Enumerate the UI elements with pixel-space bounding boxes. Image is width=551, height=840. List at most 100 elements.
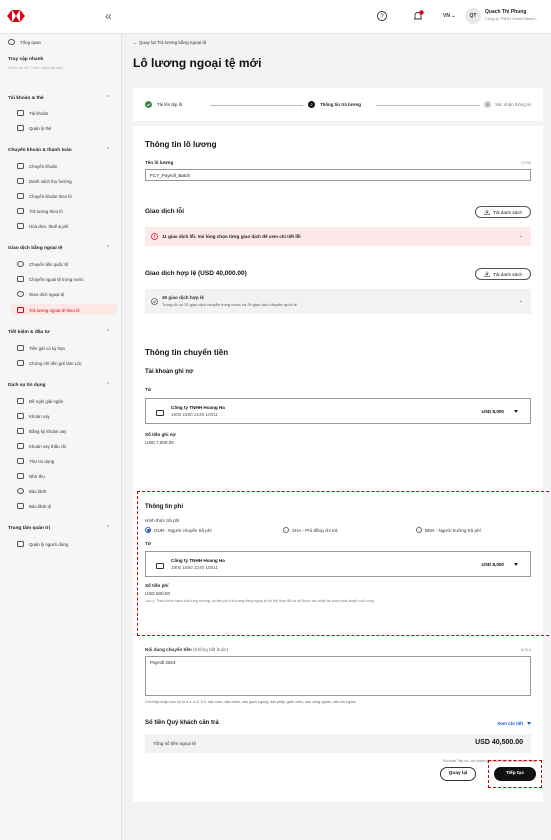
fee-account-select[interactable]: Công ty TNHH Hoang Ha 1900 1560 2240 100… bbox=[145, 551, 531, 577]
sidebar-item-domestic-fx[interactable]: Chuyển ngoại tệ trong nước bbox=[17, 276, 84, 282]
chevron-up-icon[interactable]: ^ bbox=[107, 329, 109, 335]
sidebar-group-accounts[interactable]: Tài khoản & thẻ bbox=[8, 96, 44, 101]
sidebar-item-disbursement[interactable]: Đề nghị giải ngân bbox=[17, 398, 63, 404]
fee-option-ben-label[interactable]: BEN - Người hưởng trả phí bbox=[425, 528, 481, 533]
chevron-up-icon[interactable]: ^ bbox=[107, 525, 109, 531]
fee-option-sha-label[interactable]: SHA - Phí đồng chi trả bbox=[292, 528, 337, 533]
sidebar-item-beneficiaries[interactable]: Danh sách thụ hưởng bbox=[17, 178, 72, 184]
sidebar-item-accounts[interactable]: Tài khoản bbox=[17, 110, 48, 116]
back-button[interactable]: Quay lại bbox=[440, 767, 476, 781]
sidebar-item-loans[interactable]: Khoản vay bbox=[17, 413, 50, 419]
debit-account-select[interactable]: Công ty TNHH Hoang Ha 1900 1560 2240 100… bbox=[145, 398, 531, 424]
chevron-up-icon[interactable]: ^ bbox=[107, 382, 109, 388]
sidebar-item-loan-register[interactable]: Đăng ký khoản vay bbox=[17, 428, 66, 434]
sidebar-item-batch-payroll[interactable]: Trả lương theo lô bbox=[17, 208, 63, 214]
sidebar-item-label: Tài khoản bbox=[29, 110, 49, 116]
sidebar-item-guarantee-list[interactable]: Bảo lãnh tệ bbox=[17, 503, 51, 509]
account-number: 1900 1560 2240 10011 bbox=[171, 412, 218, 417]
collection-icon bbox=[17, 473, 24, 479]
sidebar-item-overview[interactable]: Tổng quan bbox=[8, 39, 41, 45]
collapse-sidebar-icon[interactable]: « bbox=[105, 9, 112, 23]
quick-access-title: Truy cập nhanh bbox=[8, 57, 44, 62]
continue-button[interactable]: Tiếp tục bbox=[494, 767, 536, 781]
account-icon bbox=[156, 563, 164, 569]
total-summary: Tổng số tiền ngoại tệ USD 40,500.00 bbox=[145, 734, 531, 753]
error-alert[interactable]: 11 giao dịch lỗi. Vui lòng chọn từng gia… bbox=[145, 227, 531, 246]
total-label: Tổng số tiền ngoại tệ bbox=[153, 741, 196, 746]
account-icon bbox=[156, 410, 164, 416]
fee-option-ben-radio[interactable] bbox=[416, 527, 422, 533]
sidebar-item-guarantee[interactable]: Bảo lãnh bbox=[17, 488, 46, 494]
sidebar-item-label: Nhờ thu bbox=[29, 473, 45, 479]
sidebar-item-fx-payroll[interactable]: Trả lương ngoại tệ theo lô bbox=[17, 307, 80, 313]
avatar[interactable]: QT bbox=[465, 8, 481, 24]
bank-logo-icon[interactable] bbox=[7, 10, 25, 22]
batch-name-input[interactable]: FCY_Payroll_Batch bbox=[145, 169, 531, 181]
sidebar-item-collection[interactable]: Nhờ thu bbox=[17, 473, 45, 479]
sidebar-item-certificate[interactable]: Chứng chỉ tiền gửi làm Lộc bbox=[17, 360, 82, 366]
valid-tx-summary[interactable]: 49 giao dịch hợp lệ Trong đó có 20 giao … bbox=[145, 289, 531, 314]
sidebar-item-label: Quản lý người dùng bbox=[29, 541, 69, 547]
back-link-label: Quay lại Trả lương bằng ngoại tệ bbox=[138, 40, 207, 45]
content-label-row: Nội dung chuyển tiền (Không bắt buộc) bbox=[145, 647, 228, 652]
sidebar-item-bills[interactable]: Hóa đơn, thuế & phí bbox=[17, 223, 69, 229]
batch-name-label: Tên lô lương bbox=[145, 160, 174, 165]
chevron-up-icon[interactable]: ^ bbox=[107, 245, 109, 251]
svg-text:?: ? bbox=[380, 14, 384, 20]
chevron-down-icon[interactable]: ⌄ bbox=[519, 298, 523, 304]
download-icon bbox=[484, 271, 490, 277]
download-error-list-button[interactable]: Tải danh sách bbox=[475, 206, 531, 218]
sidebar-item-transfer[interactable]: Chuyển khoản bbox=[17, 163, 57, 169]
sidebar-group-fx[interactable]: Giao dịch bằng ngoại tệ bbox=[8, 246, 62, 251]
sidebar-item-label: Bảo lãnh bbox=[29, 488, 47, 494]
sidebar-group-admin[interactable]: Trung tâm quản trị bbox=[8, 526, 50, 531]
sidebar-item-label: Đăng ký khoản vay bbox=[29, 428, 67, 434]
globe-icon bbox=[17, 261, 24, 267]
sidebar-item-overdraft[interactable]: Khoản vay thấu chi bbox=[17, 443, 66, 449]
caret-down-icon[interactable] bbox=[514, 410, 518, 413]
letter-credit-icon bbox=[17, 458, 24, 464]
fee-option-sha-radio[interactable] bbox=[283, 527, 289, 533]
debit-amount-value: USD 7,000.00 bbox=[145, 440, 174, 445]
caret-down-icon[interactable] bbox=[527, 722, 531, 725]
chevron-down-icon[interactable]: ⌄ bbox=[519, 233, 523, 239]
download-valid-list-button[interactable]: Tải danh sách bbox=[475, 268, 531, 280]
fee-info-title: Thông tin phí bbox=[145, 504, 183, 510]
chevron-up-icon[interactable]: ^ bbox=[107, 95, 109, 101]
sidebar-group-credit[interactable]: Dịch vụ tín dụng bbox=[8, 383, 46, 388]
fee-option-our-label[interactable]: OUR - Người chuyển trả phí bbox=[154, 528, 212, 533]
transfer-content-textarea[interactable]: Payroll 2024 bbox=[145, 656, 531, 696]
sidebar-item-intl-transfer[interactable]: Chuyển tiền quốc tế bbox=[17, 261, 68, 267]
fee-from-label: Từ bbox=[145, 541, 152, 546]
language-selector[interactable]: VN ⌄ bbox=[443, 13, 456, 19]
transfer-icon bbox=[17, 163, 24, 169]
certificate-icon bbox=[17, 360, 24, 366]
sidebar-item-lc[interactable]: Thư tín dụng bbox=[17, 458, 54, 464]
download-icon bbox=[484, 209, 490, 215]
chevron-up-icon[interactable]: ^ bbox=[107, 147, 109, 153]
sidebar-item-term-deposit[interactable]: Tiền gửi có kỳ hạn bbox=[17, 345, 65, 351]
main-content: ← Quay lại Trả lương bằng ngoại tệ Lô lư… bbox=[122, 34, 551, 840]
sidebar-item-batch-transfer[interactable]: Chuyển khoản theo lô bbox=[17, 193, 72, 199]
sidebar-item-cards[interactable]: Quản lý thẻ bbox=[17, 125, 51, 131]
error-message: 11 giao dịch lỗi. Vui lòng chọn từng gia… bbox=[162, 234, 301, 239]
user-name[interactable]: Quach Thi Phung bbox=[485, 9, 526, 15]
content-counter: 6/210 bbox=[520, 647, 531, 652]
register-icon bbox=[17, 428, 24, 434]
caret-down-icon[interactable] bbox=[514, 563, 518, 566]
quick-access-hint: Ghim tối đa 7 tính năng tại đây bbox=[8, 65, 63, 70]
notification-bell-icon[interactable] bbox=[412, 10, 424, 22]
view-detail-link[interactable]: Xem chi tiết bbox=[497, 721, 523, 726]
sidebar-group-transfers[interactable]: Chuyển khoản & thanh toán bbox=[8, 148, 72, 153]
page-title: Lô lương ngoại tệ mới bbox=[133, 56, 262, 70]
sidebar-item-label: Khoản vay thấu chi bbox=[29, 443, 67, 449]
savings-icon bbox=[17, 345, 24, 351]
sidebar-item-users[interactable]: Quản lý người dùng bbox=[17, 541, 68, 547]
sidebar-item-fx-trade[interactable]: Giao dịch ngoại tệ bbox=[17, 291, 64, 297]
back-link[interactable]: ← Quay lại Trả lương bằng ngoại tệ bbox=[133, 40, 206, 45]
fee-option-our-radio[interactable] bbox=[145, 527, 151, 533]
help-icon[interactable]: ? bbox=[376, 10, 388, 22]
account-number: 1900 1560 2240 10011 bbox=[171, 565, 218, 570]
sidebar-group-savings[interactable]: Tiết kiệm & đầu tư bbox=[8, 330, 50, 335]
payroll-form: Thông tin lô lương Tên lô lương 17/35 FC… bbox=[133, 126, 551, 802]
